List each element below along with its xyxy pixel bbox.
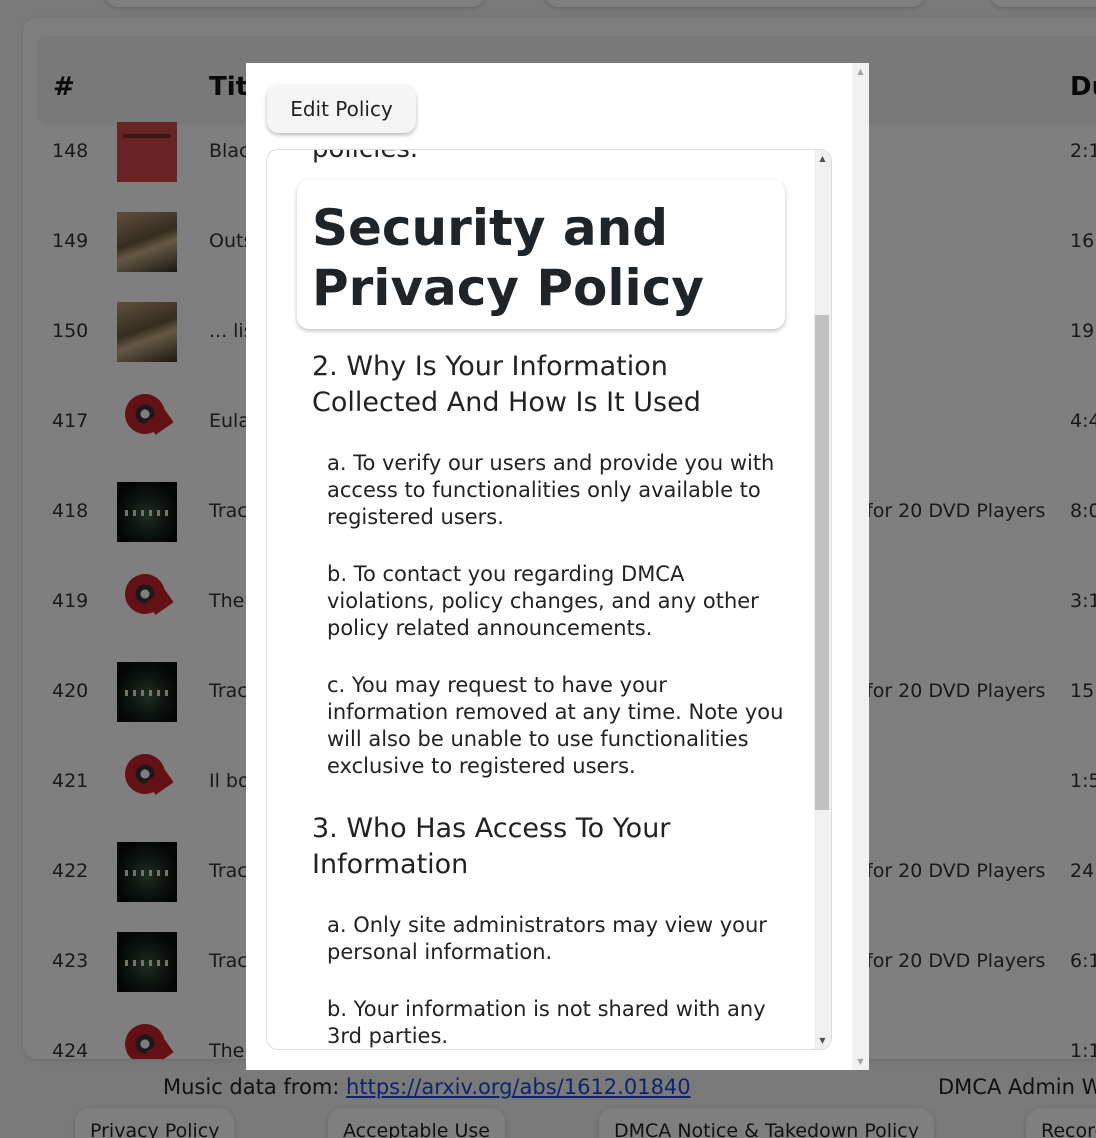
- policy-item: a. To verify our users and provide you w…: [327, 451, 775, 529]
- policy-item: a. Only site administrators may view you…: [327, 913, 767, 964]
- policy-title: Security and Privacy Policy: [312, 199, 704, 317]
- policy-item: c. You may request to have your informat…: [327, 673, 784, 778]
- scroll-down-arrow-icon[interactable]: ▼: [814, 1032, 831, 1049]
- modal-scrollbar[interactable]: ▲ ▼: [852, 63, 869, 1070]
- policy-item: b. To contact you regarding DMCA violati…: [327, 562, 759, 640]
- policy-modal: Edit Policy policies. Security and Priva…: [246, 63, 869, 1070]
- section-heading: 3. Who Has Access To Your Information: [312, 813, 671, 880]
- previous-paragraph-text: policies.: [312, 150, 418, 164]
- section-heading: 2. Why Is Your Information Collected And…: [312, 351, 701, 418]
- policy-content: policies. Security and Privacy Policy 2.…: [267, 150, 815, 1049]
- policy-item: b. Your information is not shared with a…: [327, 997, 766, 1048]
- scroll-up-arrow-icon[interactable]: ▲: [814, 150, 831, 167]
- policy-viewer: policies. Security and Privacy Policy 2.…: [266, 149, 832, 1050]
- scrollbar-thumb[interactable]: [815, 315, 829, 810]
- edit-policy-button[interactable]: Edit Policy: [267, 85, 416, 133]
- scroll-up-arrow-icon[interactable]: ▲: [852, 63, 869, 80]
- policy-scrollbar[interactable]: ▲ ▼: [814, 150, 831, 1049]
- policy-title-card: Security and Privacy Policy: [297, 180, 785, 329]
- scroll-down-arrow-icon[interactable]: ▼: [852, 1053, 869, 1070]
